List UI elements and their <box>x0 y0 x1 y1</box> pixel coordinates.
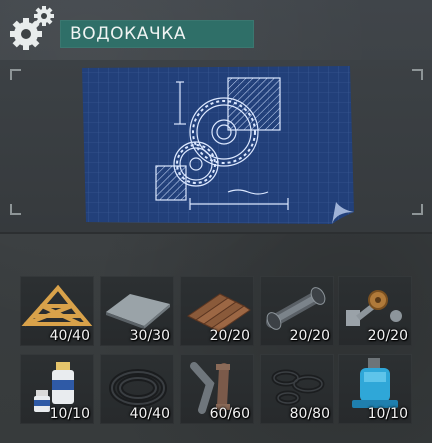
blueprint-image <box>82 66 354 224</box>
materials-grid: 40/40 30/30 20/20 20/20 20/20 10/10 40/4… <box>0 234 432 443</box>
material-count: 30/30 <box>129 328 170 344</box>
corner-bracket-top-right <box>412 69 423 80</box>
page-title: ВОДОКАЧКА <box>70 24 187 44</box>
material-count: 20/20 <box>367 328 408 344</box>
material-count: 80/80 <box>289 406 330 422</box>
material-slot[interactable]: 10/10 <box>338 354 412 424</box>
corner-bracket-bottom-left <box>10 204 21 215</box>
material-slot[interactable]: 40/40 <box>20 276 94 346</box>
corner-bracket-bottom-right <box>412 204 423 215</box>
material-slot[interactable]: 20/20 <box>338 276 412 346</box>
material-slot[interactable]: 30/30 <box>100 276 174 346</box>
material-slot[interactable]: 60/60 <box>180 354 254 424</box>
gears-icon <box>10 6 54 50</box>
material-count: 10/10 <box>49 406 90 422</box>
material-count: 40/40 <box>129 406 170 422</box>
title-bar: ВОДОКАЧКА <box>60 20 254 48</box>
material-count: 10/10 <box>367 406 408 422</box>
material-slot[interactable]: 20/20 <box>180 276 254 346</box>
header: ВОДОКАЧКА <box>0 0 432 60</box>
material-count: 40/40 <box>49 328 90 344</box>
material-count: 60/60 <box>209 406 250 422</box>
corner-bracket-top-left <box>10 69 21 80</box>
material-slot[interactable]: 40/40 <box>100 354 174 424</box>
material-count: 20/20 <box>289 328 330 344</box>
material-slot[interactable]: 10/10 <box>20 354 94 424</box>
material-count: 20/20 <box>209 328 250 344</box>
material-slot[interactable]: 80/80 <box>260 354 334 424</box>
material-slot[interactable]: 20/20 <box>260 276 334 346</box>
